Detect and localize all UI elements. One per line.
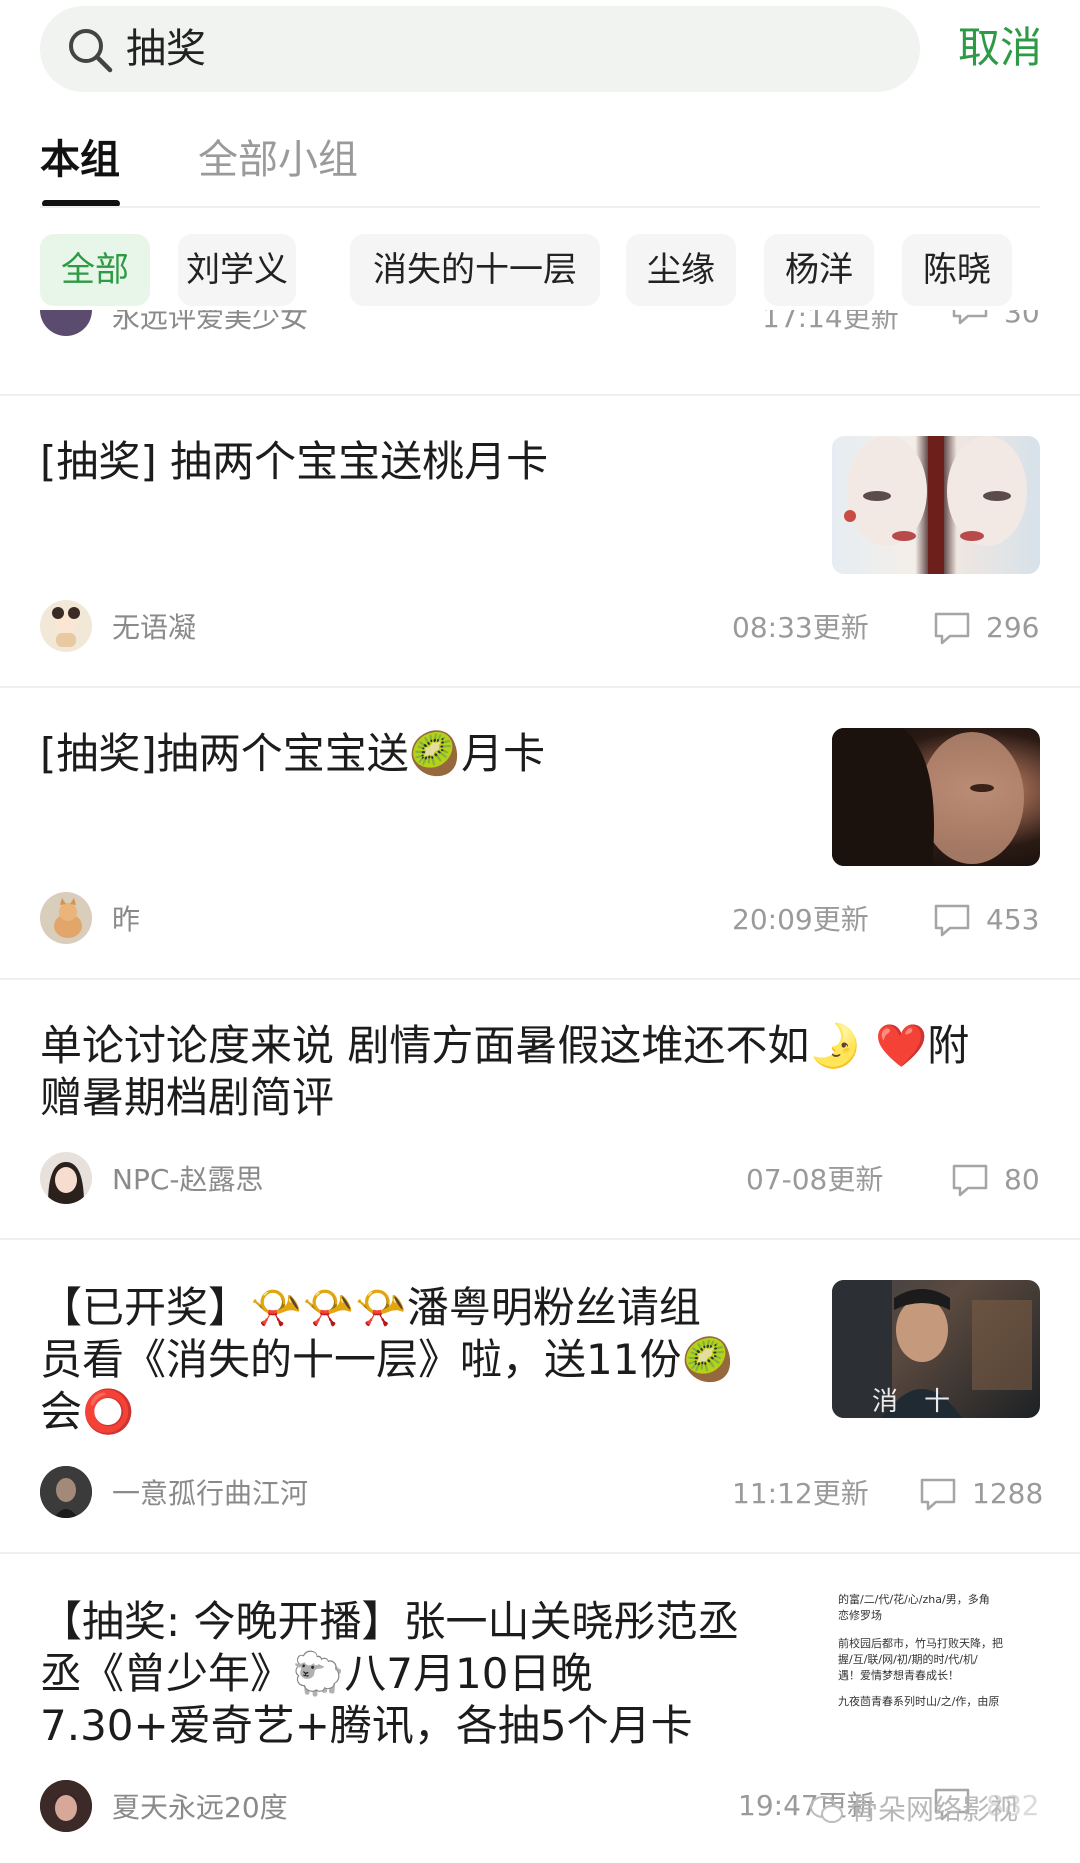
- post-title-line-1[interactable]: 单论讨论度来说 剧情方面暑假这堆还不如🌛 ❤️附: [40, 1020, 969, 1072]
- comment-count: 30: [1004, 310, 1040, 329]
- search-icon: [69, 29, 113, 73]
- partial-list-item[interactable]: 永远评爱美少女 17:14更新 30: [0, 310, 1080, 358]
- divider: [0, 1238, 1080, 1240]
- divider: [0, 978, 1080, 980]
- comment-icon: [952, 1164, 988, 1197]
- avatar[interactable]: [40, 1152, 92, 1204]
- tab-this-group[interactable]: 本组: [40, 132, 120, 188]
- divider: [0, 394, 1080, 396]
- wechat-logo-icon: [810, 1796, 843, 1823]
- post-title-line-1[interactable]: 【已开奖】📯📯📯潘粤明粉丝请组: [40, 1282, 701, 1334]
- thumbnail-text: 的富/二/代/花/心/zha/男，多角 恋修罗场 前校园后都市，竹马打败天降，把…: [832, 1592, 1040, 1710]
- chip-all[interactable]: 全部: [40, 234, 150, 306]
- divider: [0, 686, 1080, 688]
- chip-yang-yang[interactable]: 杨洋: [764, 234, 874, 306]
- svg-text:消 十: 消 十: [872, 1387, 950, 1417]
- update-time: 11:12更新: [732, 1477, 869, 1510]
- comment-icon: [952, 310, 988, 325]
- author-name[interactable]: 一意孤行曲江河: [112, 1474, 308, 1514]
- avatar[interactable]: [40, 1780, 92, 1832]
- author-name[interactable]: 昨: [112, 900, 140, 940]
- chip-liu-xueyi[interactable]: 刘学义: [178, 234, 296, 306]
- comment-icon: [920, 1478, 956, 1511]
- author-name[interactable]: 无语凝: [112, 608, 196, 648]
- comment-count: 80: [1004, 1163, 1040, 1196]
- post-title-line-2[interactable]: 员看《消失的十一层》啦，送11份🥝: [40, 1334, 734, 1386]
- post-thumbnail[interactable]: [832, 728, 1040, 866]
- post-title[interactable]: [抽奖] 抽两个宝宝送桃月卡: [40, 436, 548, 488]
- thumbnail-image: [832, 728, 1024, 866]
- update-time: 07-08更新: [746, 1163, 884, 1196]
- thumbnail-text-line: 前校园后都市，竹马打败天降，把: [838, 1637, 1003, 1650]
- watermark: 骨朵网络影视: [850, 1793, 1019, 1826]
- avatar: [40, 310, 92, 336]
- post-title-line-2[interactable]: 赠暑期档剧简评: [40, 1072, 334, 1124]
- search-bar[interactable]: 抽奖: [40, 6, 920, 92]
- avatar[interactable]: [40, 1466, 92, 1518]
- post-title-line-1[interactable]: 【抽奖: 今晚开播】张一山关晓彤范丞: [40, 1596, 740, 1648]
- divider: [0, 1552, 1080, 1554]
- post-title-line-2[interactable]: 丞《曾少年》🐑八7月10日晚: [40, 1648, 592, 1700]
- chip-eleventh-floor[interactable]: 消失的十一层: [350, 234, 600, 306]
- thumbnail-text-line: 恋修罗场: [838, 1609, 882, 1622]
- thumbnail-image: [844, 436, 1027, 574]
- post-thumbnail[interactable]: [832, 436, 1040, 574]
- cancel-button[interactable]: 取消: [958, 18, 1042, 78]
- update-time: 17:14更新: [762, 310, 899, 334]
- post-thumbnail[interactable]: 的富/二/代/花/心/zha/男，多角 恋修罗场 前校园后都市，竹马打败天降，把…: [832, 1592, 1040, 1732]
- tab-all-groups[interactable]: 全部小组: [198, 132, 358, 188]
- author-name: 永远评爱美少女: [112, 310, 309, 334]
- post-thumbnail[interactable]: 消 十: [832, 1280, 1040, 1418]
- chip-chen-xiao[interactable]: 陈晓: [902, 234, 1012, 306]
- comment-count: 453: [986, 903, 1040, 936]
- chip-chenyuan[interactable]: 尘缘: [626, 234, 736, 306]
- thumbnail-text-line: 九夜茴青春系列时山/之/作，由原: [838, 1695, 1000, 1708]
- update-time: 20:09更新: [732, 903, 869, 936]
- tab-divider: [40, 206, 1040, 208]
- search-input[interactable]: 抽奖: [126, 22, 206, 76]
- avatar[interactable]: [40, 892, 92, 944]
- post-title-line-3[interactable]: 会⭕: [40, 1386, 134, 1438]
- comment-count: 1288: [972, 1477, 1044, 1510]
- update-time: 08:33更新: [732, 611, 869, 644]
- avatar[interactable]: [40, 600, 92, 652]
- thumbnail-text-line: 遇！爱情梦想青春成长！: [838, 1669, 959, 1682]
- author-name[interactable]: NPC-赵露思: [112, 1160, 264, 1200]
- comment-icon: [934, 904, 970, 937]
- comment-icon: [934, 612, 970, 645]
- post-title[interactable]: [抽奖]抽两个宝宝送🥝月卡: [40, 728, 545, 780]
- thumbnail-image: 消 十: [832, 1280, 1032, 1418]
- thumbnail-text-line: 的富/二/代/花/心/zha/男，多角: [838, 1593, 990, 1606]
- comment-count: 296: [986, 611, 1040, 644]
- post-title-line-3[interactable]: 7.30+爱奇艺+腾讯，各抽5个月卡: [40, 1700, 693, 1752]
- thumbnail-text-line: 握/互/联/网/初/期的时/代/机/: [838, 1653, 978, 1666]
- author-name[interactable]: 夏天永远20度: [112, 1788, 288, 1828]
